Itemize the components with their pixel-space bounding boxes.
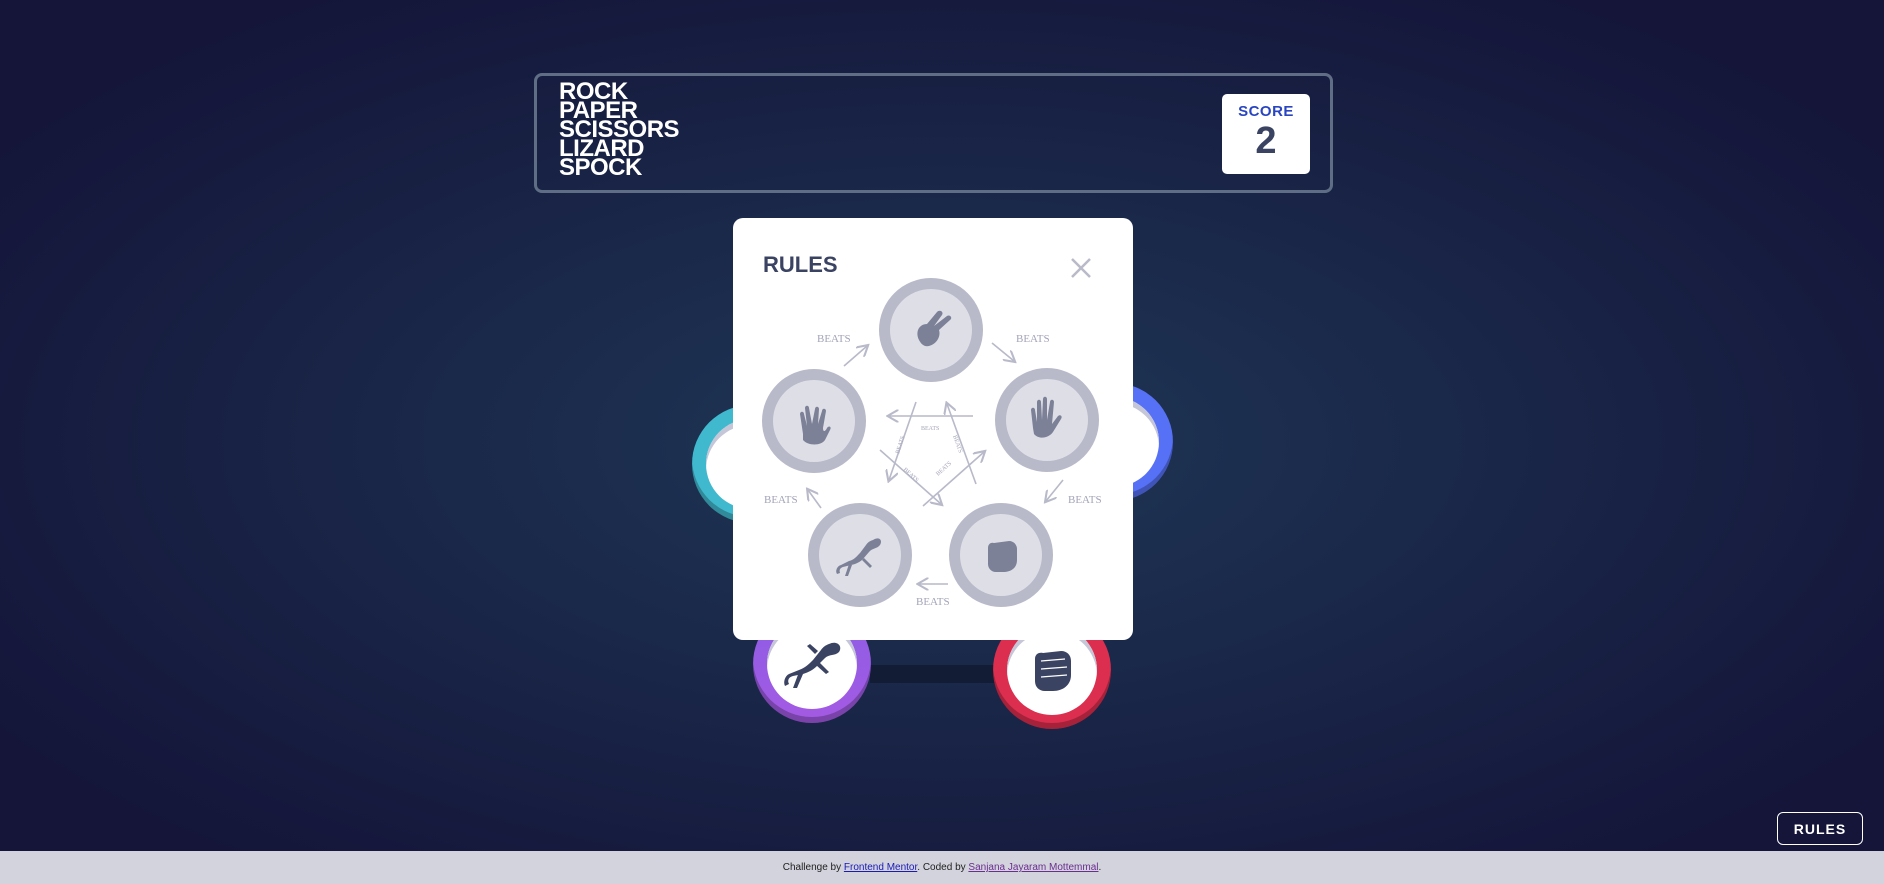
lizard-icon <box>784 642 841 688</box>
arrow-scissors-paper <box>991 342 1014 361</box>
beats-label: BEATS <box>1068 494 1102 506</box>
footer: Challenge by Frontend Mentor. Coded by S… <box>0 851 1884 884</box>
rock-icon <box>988 541 1017 572</box>
beats-label: BEATS <box>895 435 906 454</box>
footer-middle: . Coded by <box>917 862 969 873</box>
author-link[interactable]: Sanjana Jayaram Mottemmal <box>968 862 1098 873</box>
beats-label: BEATS <box>921 426 939 432</box>
footer-prefix: Challenge by <box>782 862 844 873</box>
frontend-mentor-link[interactable]: Frontend Mentor <box>844 862 917 873</box>
rock-icon <box>1035 651 1071 691</box>
beats-label: BEATS <box>916 596 950 608</box>
game-title: ROCK PAPER SCISSORS LIZARD SPOCK <box>559 80 680 181</box>
beats-label: BEATS <box>764 494 798 506</box>
beats-label: BEATS <box>935 461 953 478</box>
arrow-paper-rock <box>1046 479 1064 501</box>
beats-label: BEATS <box>1016 333 1050 345</box>
footer-suffix: . <box>1098 862 1102 873</box>
inner-arrows <box>879 402 984 507</box>
score-header: ROCK PAPER SCISSORS LIZARD SPOCK SCORE 2 <box>534 73 1333 193</box>
rules-button[interactable]: RULES <box>1777 812 1863 845</box>
board-connector <box>870 665 1000 683</box>
beats-label: BEATS <box>817 333 851 345</box>
rules-modal: RULES BEATS BEATS BEATS BEATS BEATS BEAT… <box>733 218 1133 640</box>
score-box: SCORE 2 <box>1222 94 1310 174</box>
score-label: SCORE <box>1238 103 1294 120</box>
title-line-spock: SPOCK <box>559 154 642 181</box>
beats-label: BEATS <box>902 467 920 484</box>
rules-diagram: BEATS BEATS BEATS BEATS BEATS BEATS BEAT… <box>762 278 1102 608</box>
arrow-lizard-spock <box>808 490 822 509</box>
score-value: 2 <box>1255 120 1277 162</box>
beats-label: BEATS <box>951 435 963 454</box>
arrow-spock-scissors <box>843 346 867 367</box>
